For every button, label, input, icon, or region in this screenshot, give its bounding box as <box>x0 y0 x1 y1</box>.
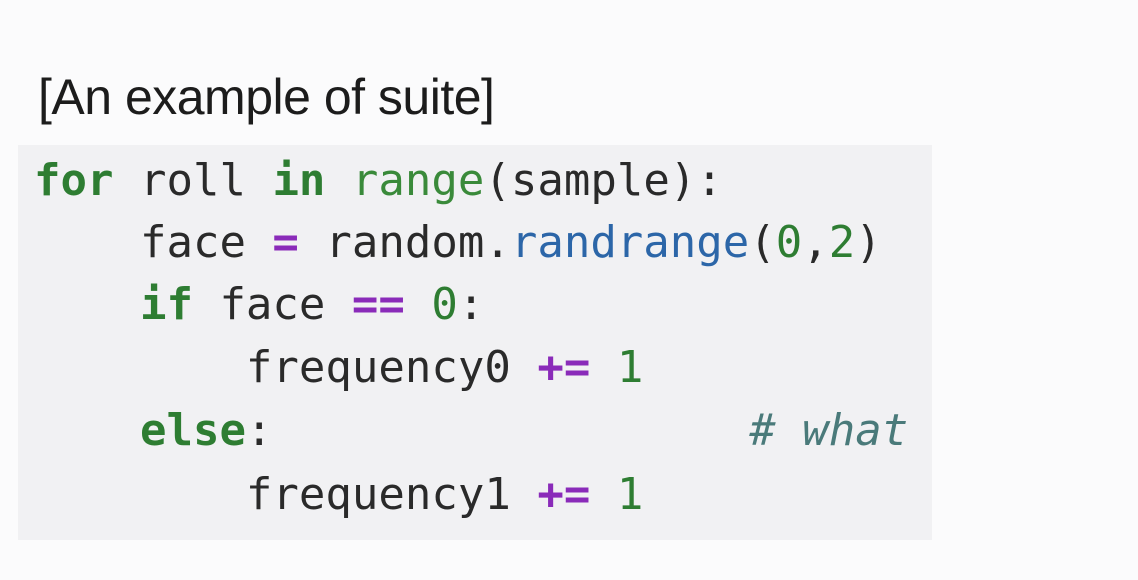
number-0: 0 <box>775 217 803 268</box>
code-block: for roll in range(sample): face = random… <box>18 145 932 540</box>
number-0: 0 <box>431 279 458 330</box>
variable-roll: roll <box>113 155 273 206</box>
number-2: 2 <box>828 217 856 268</box>
method-randrange: randrange <box>510 217 750 268</box>
slide-page: [An example of suite] for roll in range(… <box>0 0 1138 580</box>
operator-assign: = <box>272 217 299 268</box>
keyword-else: else <box>139 405 246 456</box>
variable-face: face <box>192 279 352 330</box>
caption-title: [An example of suite] <box>38 69 495 125</box>
code-line-2: face = random.randrange(0,2) <box>34 213 882 273</box>
comma: , <box>802 217 829 268</box>
paren-open: ( <box>749 217 776 268</box>
operator-plus-assign: += <box>537 469 591 520</box>
range-args: (sample): <box>484 155 723 206</box>
paren-close: ) <box>855 217 882 268</box>
operator-equals: == <box>351 279 405 330</box>
code-line-6: frequency1 += 1 <box>34 465 643 525</box>
keyword-for: for <box>34 155 114 206</box>
variable-frequency1: frequency1 <box>245 469 538 520</box>
keyword-if: if <box>139 279 193 330</box>
keyword-in: in <box>272 155 326 206</box>
number-1: 1 <box>616 469 644 520</box>
object-random: random. <box>298 217 511 268</box>
code-comment: # what <box>749 405 909 456</box>
number-1: 1 <box>616 342 644 393</box>
colon: : <box>245 405 273 456</box>
code-line-3: if face == 0: <box>34 275 484 335</box>
variable-frequency0: frequency0 <box>245 342 538 393</box>
colon: : <box>457 279 485 330</box>
code-line-5: else: # what <box>34 401 908 461</box>
builtin-range: range <box>351 155 485 206</box>
code-line-4: frequency0 += 1 <box>34 338 643 398</box>
operator-plus-assign: += <box>537 342 591 393</box>
variable-face: face <box>139 217 273 268</box>
code-line-1: for roll in range(sample): <box>34 151 723 211</box>
